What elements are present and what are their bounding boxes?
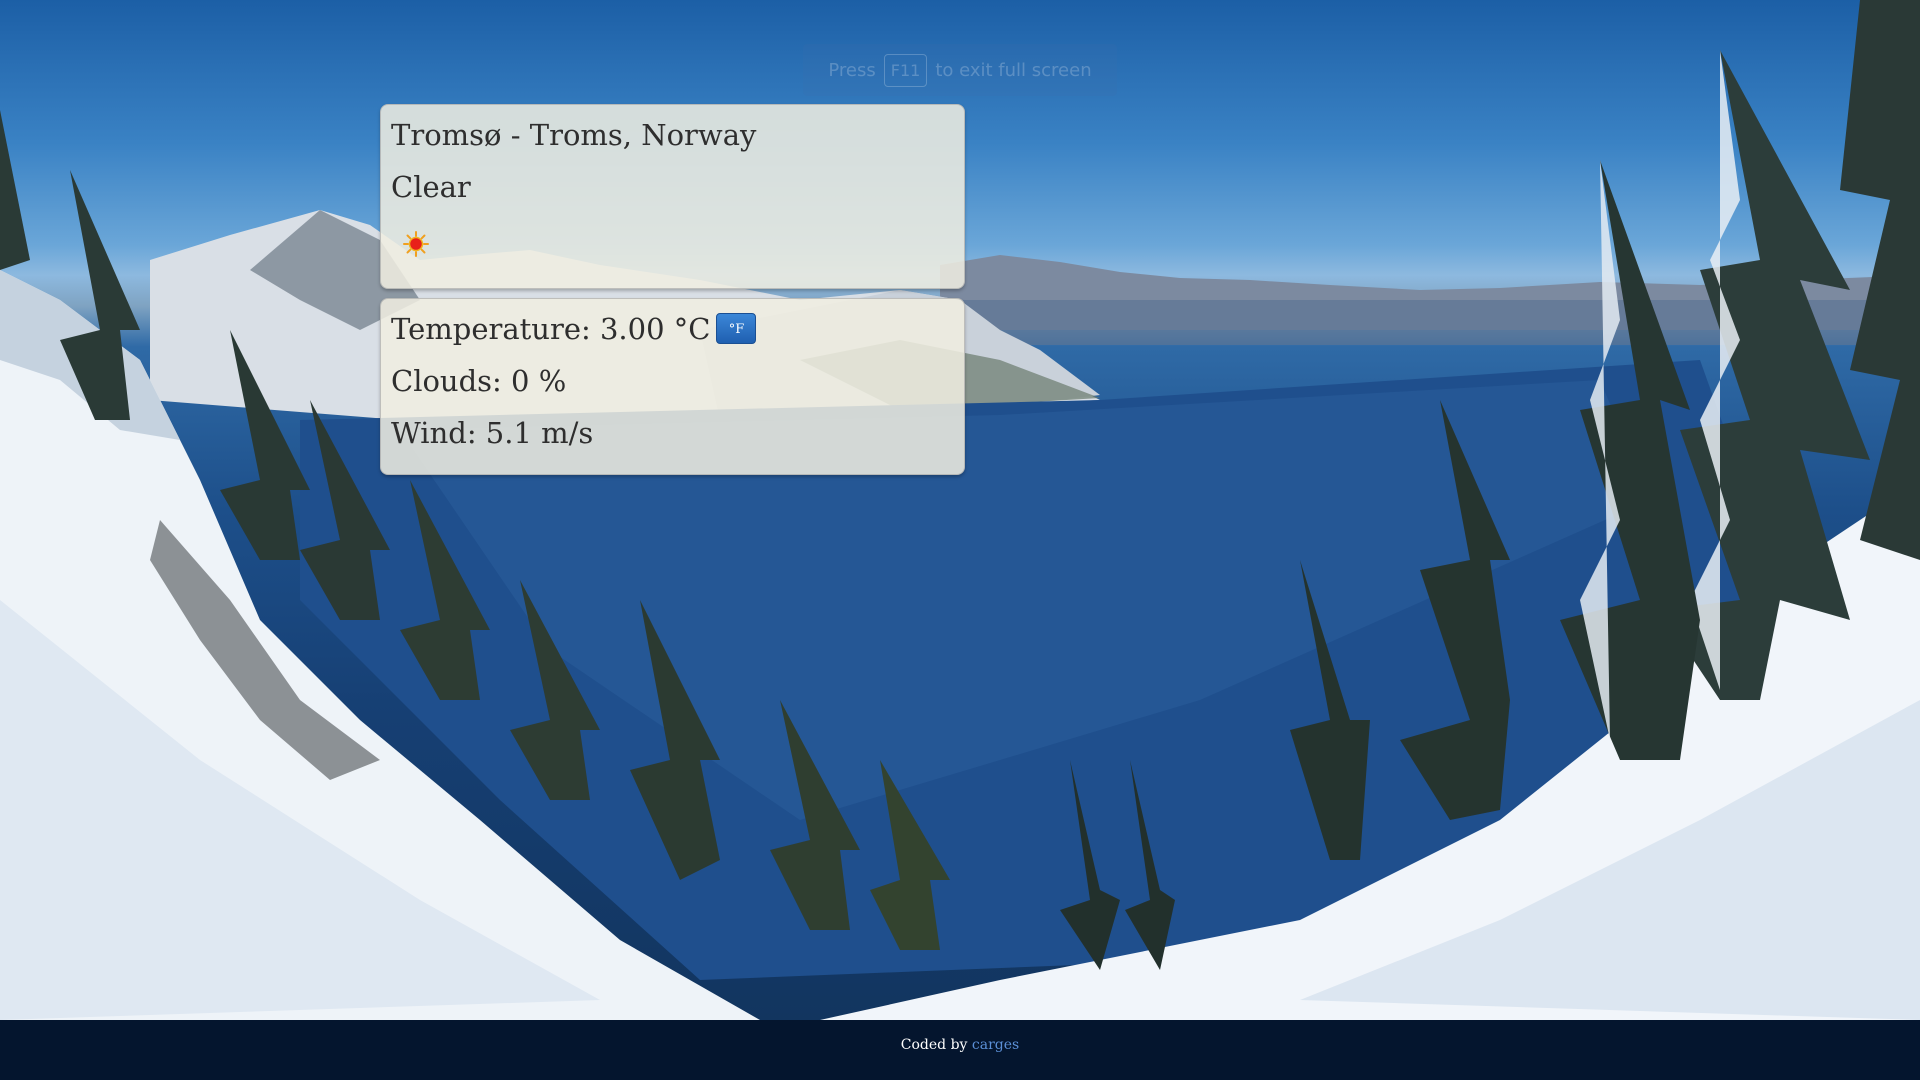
footer-credit-prefix: Coded by <box>900 1037 968 1053</box>
weather-location-panel: Tromsø - Troms, Norway Clear <box>380 104 965 289</box>
fullscreen-exit-hint: Press F11 to exit full screen <box>803 44 1117 96</box>
temperature-row: Temperature: 3.00 °C °F <box>391 311 757 347</box>
location-title: Tromsø - Troms, Norway <box>391 118 757 152</box>
sun-icon <box>403 231 429 257</box>
footer-credit: Coded by carges <box>0 1038 1920 1052</box>
temperature-value: Temperature: 3.00 °C <box>391 312 711 346</box>
clouds-value: Clouds: 0 % <box>391 364 567 398</box>
author-link[interactable]: carges <box>972 1037 1019 1053</box>
wind-value: Wind: 5.1 m/s <box>391 416 594 450</box>
fullscreen-hint-prefix: Press <box>828 59 876 81</box>
unit-toggle-button[interactable]: °F <box>716 312 757 344</box>
fullscreen-hint-key: F11 <box>883 53 928 87</box>
fullscreen-hint-suffix: to exit full screen <box>935 59 1092 81</box>
footer: Coded by carges <box>0 1020 1920 1080</box>
weather-details-panel: Temperature: 3.00 °C °F Clouds: 0 % Wind:… <box>380 298 965 475</box>
weather-condition: Clear <box>391 170 471 204</box>
